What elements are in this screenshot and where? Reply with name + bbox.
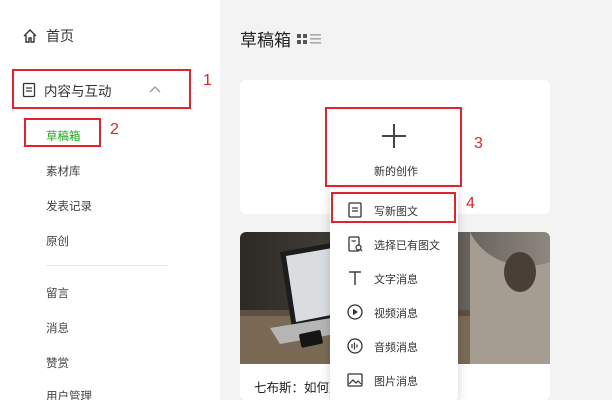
audio-icon: [347, 338, 363, 354]
menu-item-label: 图片消息: [374, 375, 418, 388]
sidebar-item-appreciation[interactable]: 赞赏: [46, 355, 69, 371]
sidebar-item-comments[interactable]: 留言: [46, 285, 69, 301]
sidebar-item-materials[interactable]: 素材库: [46, 163, 81, 179]
sidebar-divider: [46, 265, 168, 266]
menu-item-text-message[interactable]: 文字消息: [330, 262, 458, 294]
page-title: 草稿箱: [240, 26, 321, 51]
menu-item-image-message[interactable]: 图片消息: [330, 364, 458, 396]
annotation-box-4: [331, 192, 456, 223]
text-icon: [349, 271, 361, 285]
annotation-box-3: [325, 107, 462, 187]
annotation-number-2: 2: [110, 121, 119, 138]
annotation-number-3: 3: [474, 135, 483, 152]
menu-item-select-existing[interactable]: 选择已有图文: [330, 228, 458, 260]
sidebar-item-publish-history[interactable]: 发表记录: [46, 198, 92, 214]
grid-view-icon[interactable]: [297, 33, 307, 44]
annotation-number-1: 1: [203, 72, 212, 89]
menu-item-label: 音频消息: [374, 341, 418, 354]
menu-item-video-message[interactable]: 视频消息: [330, 296, 458, 328]
page-title-text: 草稿箱: [240, 31, 291, 51]
nav-home-label: 首页: [46, 29, 74, 45]
sidebar-item-messages[interactable]: 消息: [46, 320, 69, 336]
annotation-box-2: [24, 118, 101, 147]
image-icon: [347, 373, 363, 387]
menu-item-label: 选择已有图文: [374, 239, 440, 252]
play-circle-icon: [347, 304, 363, 320]
sidebar: 首页 内容与互动 草稿箱 素材库 发表记录 原创 留言 消息 赞赏 用户管理: [0, 0, 220, 400]
document-search-icon: [348, 236, 363, 252]
annotation-number-4: 4: [466, 195, 475, 212]
nav-home[interactable]: 首页: [22, 26, 74, 46]
home-icon: [23, 29, 37, 43]
annotation-box-1: [12, 69, 191, 109]
menu-item-label: 视频消息: [374, 307, 418, 320]
menu-item-label: 文字消息: [374, 273, 418, 286]
sidebar-item-original[interactable]: 原创: [46, 233, 69, 249]
menu-item-audio-message[interactable]: 音频消息: [330, 330, 458, 362]
list-view-icon[interactable]: [310, 33, 321, 44]
sidebar-item-user-management[interactable]: 用户管理: [46, 388, 92, 400]
